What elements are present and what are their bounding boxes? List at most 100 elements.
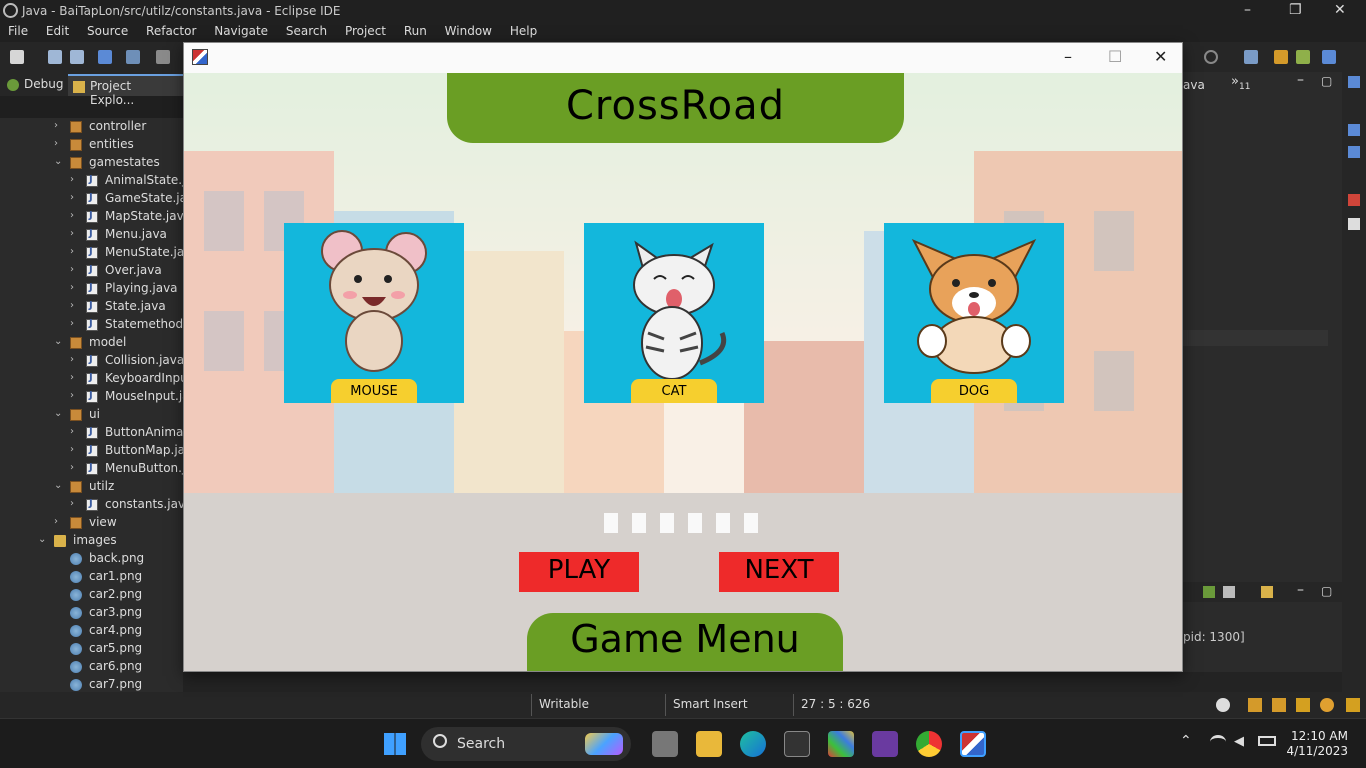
chevron-down-icon[interactable]: ⌄ xyxy=(54,408,62,419)
next-button[interactable]: NEXT xyxy=(719,552,839,592)
chevron-right-icon[interactable]: › xyxy=(54,138,58,149)
menu-source[interactable]: Source xyxy=(87,22,128,38)
start-icon[interactable] xyxy=(384,733,406,755)
tree-item[interactable]: car1.png xyxy=(0,568,183,586)
tab-project-explorer[interactable]: Project Explo... xyxy=(68,74,183,107)
game-maximize-icon[interactable]: ☐ xyxy=(1108,47,1122,66)
edge-icon[interactable] xyxy=(740,731,766,757)
perspective-icon[interactable] xyxy=(1244,50,1258,64)
chevron-right-icon[interactable]: › xyxy=(54,516,58,527)
chevron-right-icon[interactable]: › xyxy=(70,264,74,275)
menu-navigate[interactable]: Navigate xyxy=(214,22,268,38)
minimize-icon[interactable]: – xyxy=(1244,2,1251,18)
skip-breakpoints-icon[interactable] xyxy=(126,50,140,64)
problems-icon[interactable] xyxy=(1348,194,1360,206)
chevron-right-icon[interactable]: › xyxy=(70,192,74,203)
menu-file[interactable]: File xyxy=(8,22,28,38)
debug-toggle-icon[interactable] xyxy=(98,50,112,64)
close-icon[interactable]: ✕ xyxy=(1334,2,1346,18)
chevron-right-icon[interactable]: › xyxy=(70,390,74,401)
tree-item[interactable]: car7.png xyxy=(0,676,183,693)
tree-item[interactable]: › MenuButton.java xyxy=(0,460,183,478)
status-insert-mode[interactable]: Smart Insert xyxy=(673,697,748,711)
chevron-right-icon[interactable]: › xyxy=(70,282,74,293)
animal-card-dog[interactable]: DOG xyxy=(884,223,1064,403)
breakpoints-icon[interactable] xyxy=(1348,124,1360,136)
chevron-right-icon[interactable]: › xyxy=(54,120,58,131)
tree-item[interactable]: › controller xyxy=(0,118,183,136)
editor-horizontal-scrollbar[interactable] xyxy=(183,672,1342,692)
chevron-right-icon[interactable]: › xyxy=(70,444,74,455)
tree-item[interactable]: car5.png xyxy=(0,640,183,658)
java-perspective-icon[interactable] xyxy=(1274,50,1288,64)
chevron-right-icon[interactable]: › xyxy=(70,426,74,437)
tree-item[interactable]: › State.java xyxy=(0,298,183,316)
save-all-icon[interactable] xyxy=(70,50,84,64)
resume-icon[interactable] xyxy=(156,50,170,64)
chevron-down-icon[interactable]: ⌄ xyxy=(38,534,46,545)
tree-item[interactable]: › Statemethods.java xyxy=(0,316,183,334)
menu-refactor[interactable]: Refactor xyxy=(146,22,196,38)
chevron-right-icon[interactable]: › xyxy=(70,354,74,365)
menu-run[interactable]: Run xyxy=(404,22,427,38)
menu-edit[interactable]: Edit xyxy=(46,22,69,38)
variables-icon[interactable] xyxy=(1348,146,1360,158)
chevron-right-icon[interactable]: › xyxy=(70,318,74,329)
restore-icon[interactable]: ❐ xyxy=(1289,2,1302,18)
editor-tab-fragment[interactable]: ava xyxy=(1183,78,1205,92)
tree-item[interactable]: car4.png xyxy=(0,622,183,640)
tree-item[interactable]: › MapState.java xyxy=(0,208,183,226)
tree-item[interactable]: car6.png xyxy=(0,658,183,676)
tree-item[interactable]: › entities xyxy=(0,136,183,154)
tab-overflow-icon[interactable]: » xyxy=(1231,74,1239,89)
chevron-down-icon[interactable]: ⌄ xyxy=(54,336,62,347)
battery-icon[interactable] xyxy=(1258,736,1276,746)
chevron-right-icon[interactable]: › xyxy=(70,174,74,185)
git-perspective-icon[interactable] xyxy=(1322,50,1336,64)
git-icon[interactable] xyxy=(828,731,854,757)
menu-search[interactable]: Search xyxy=(286,22,327,38)
tree-item[interactable]: › Collision.java xyxy=(0,352,183,370)
tasks-icon[interactable] xyxy=(1248,698,1262,712)
game-close-icon[interactable]: ✕ xyxy=(1154,47,1167,66)
terminal-icon[interactable] xyxy=(784,731,810,757)
tree-item[interactable]: › Menu.java xyxy=(0,226,183,244)
view-maximize-icon[interactable]: ▢ xyxy=(1321,74,1332,88)
tree-item[interactable]: › KeyboardInput.java xyxy=(0,370,183,388)
tree-item[interactable]: ⌄ ui xyxy=(0,406,183,424)
volume-icon[interactable]: ◀ xyxy=(1234,734,1244,749)
learn-icon[interactable] xyxy=(1272,698,1286,712)
chevron-right-icon[interactable]: › xyxy=(70,228,74,239)
tab-debug[interactable]: Debug xyxy=(2,74,69,96)
lightbulb-icon[interactable] xyxy=(1346,698,1360,712)
tree-item[interactable]: car3.png xyxy=(0,604,183,622)
chevron-right-icon[interactable]: › xyxy=(70,246,74,257)
outline-icon[interactable] xyxy=(1348,76,1360,88)
progress-icon[interactable] xyxy=(1216,698,1230,712)
console-minimize-icon[interactable]: – xyxy=(1297,582,1304,598)
chevron-right-icon[interactable]: › xyxy=(70,462,74,473)
chevron-right-icon[interactable]: › xyxy=(70,498,74,509)
chevron-right-icon[interactable]: › xyxy=(70,300,74,311)
chrome-icon[interactable] xyxy=(916,731,942,757)
tree-item[interactable]: back.png xyxy=(0,550,183,568)
search-icon[interactable] xyxy=(1204,50,1218,64)
tree-item[interactable]: › view xyxy=(0,514,183,532)
menu-help[interactable]: Help xyxy=(510,22,537,38)
java-app-icon[interactable] xyxy=(960,731,986,757)
chevron-up-icon[interactable]: ⌃ xyxy=(1180,733,1192,749)
view-minimize-icon[interactable]: – xyxy=(1297,72,1304,88)
save-icon[interactable] xyxy=(48,50,62,64)
tree-item[interactable]: car2.png xyxy=(0,586,183,604)
tree-item[interactable]: ⌄ gamestates xyxy=(0,154,183,172)
chevron-right-icon[interactable]: › xyxy=(70,372,74,383)
taskbar-clock[interactable]: 12:10 AM 4/11/2023 xyxy=(1286,729,1348,759)
menu-window[interactable]: Window xyxy=(445,22,492,38)
notification-icon[interactable] xyxy=(1320,698,1334,712)
console-display-icon[interactable] xyxy=(1223,586,1235,598)
tree-item[interactable]: ⌄ model xyxy=(0,334,183,352)
tree-item[interactable]: › MenuState.java xyxy=(0,244,183,262)
task-view-icon[interactable] xyxy=(652,731,678,757)
console-maximize-icon[interactable]: ▢ xyxy=(1321,584,1332,598)
tree-item[interactable]: ⌄ utilz xyxy=(0,478,183,496)
